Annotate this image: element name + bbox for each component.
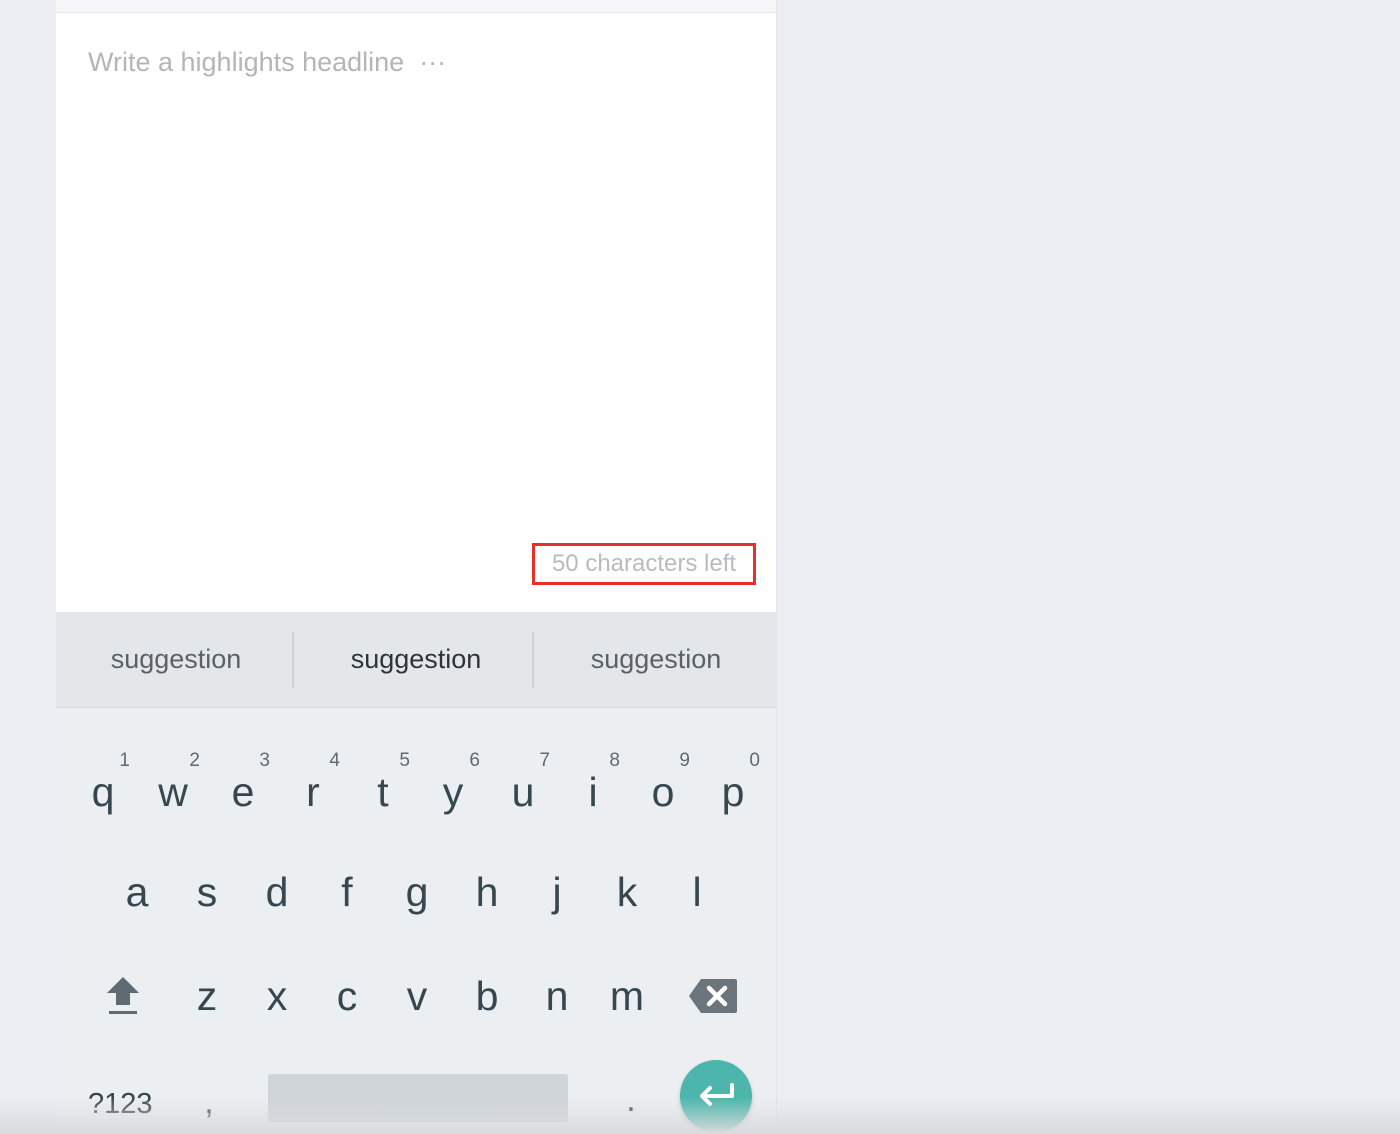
comma-key[interactable]: , [194, 1082, 224, 1122]
key-number-hint: 2 [189, 750, 200, 771]
soft-keyboard: suggestion suggestion suggestion q1 w2 e… [56, 612, 776, 1134]
key-z[interactable]: z [172, 956, 242, 1036]
key-l[interactable]: l [662, 852, 732, 932]
key-c[interactable]: c [312, 956, 382, 1036]
key-number-hint: 3 [259, 750, 270, 771]
key-q[interactable]: q1 [68, 750, 138, 832]
key-m[interactable]: m [592, 956, 662, 1036]
key-o[interactable]: o9 [628, 750, 698, 832]
key-u[interactable]: u7 [488, 750, 558, 832]
key-d[interactable]: d [242, 852, 312, 932]
suggestion-divider [292, 632, 294, 688]
enter-key[interactable] [680, 1060, 752, 1132]
key-p[interactable]: p0 [698, 750, 768, 832]
key-number-hint: 9 [679, 750, 690, 771]
key-letter: q [91, 768, 115, 815]
key-number-hint: 4 [329, 750, 340, 771]
key-f[interactable]: f [312, 852, 382, 932]
key-number-hint: 5 [399, 750, 410, 771]
key-letter: e [231, 768, 255, 815]
key-g[interactable]: g [382, 852, 452, 932]
key-letter: o [651, 768, 675, 815]
suggestion-divider [532, 632, 534, 688]
character-counter: 50 characters left [532, 543, 756, 585]
backspace-key[interactable] [678, 956, 748, 1036]
key-letter: y [442, 768, 464, 815]
key-letter: p [721, 768, 745, 815]
character-counter-label: 50 characters left [551, 550, 737, 577]
key-a[interactable]: a [102, 852, 172, 932]
key-n[interactable]: n [522, 956, 592, 1036]
top-divider [56, 0, 776, 13]
shift-key[interactable] [88, 956, 158, 1036]
key-k[interactable]: k [592, 852, 662, 932]
key-t[interactable]: t5 [348, 750, 418, 832]
backspace-icon [689, 979, 737, 1013]
key-letter: u [511, 768, 535, 815]
key-number-hint: 7 [539, 750, 550, 771]
key-i[interactable]: i8 [558, 750, 628, 832]
key-x[interactable]: x [242, 956, 312, 1036]
symbols-key[interactable]: ?123 [88, 1084, 168, 1124]
shift-icon [107, 977, 139, 1014]
key-number-hint: 0 [749, 750, 760, 771]
key-letter: w [158, 768, 188, 815]
key-v[interactable]: v [382, 956, 452, 1036]
key-w[interactable]: w2 [138, 750, 208, 832]
enter-arrow-icon [700, 1083, 734, 1106]
key-letter: r [306, 768, 320, 815]
key-j[interactable]: j [522, 852, 592, 932]
period-key[interactable]: . [616, 1080, 646, 1120]
space-bar[interactable] [268, 1074, 568, 1122]
key-letter: t [377, 768, 389, 815]
key-h[interactable]: h [452, 852, 522, 932]
key-r[interactable]: r4 [278, 750, 348, 832]
suggestion-center[interactable]: suggestion [296, 612, 536, 707]
headline-input[interactable] [88, 42, 728, 82]
key-letter: i [588, 768, 598, 815]
suggestion-bar: suggestion suggestion suggestion [56, 612, 776, 708]
suggestion-left[interactable]: suggestion [56, 612, 296, 707]
key-number-hint: 8 [609, 750, 620, 771]
key-y[interactable]: y6 [418, 750, 488, 832]
key-number-hint: 1 [119, 750, 130, 771]
phone-screen: 50 characters left suggestion suggestion… [56, 0, 777, 1134]
suggestion-right[interactable]: suggestion [536, 612, 776, 707]
key-s[interactable]: s [172, 852, 242, 932]
key-number-hint: 6 [469, 750, 480, 771]
key-b[interactable]: b [452, 956, 522, 1036]
key-e[interactable]: e3 [208, 750, 278, 832]
